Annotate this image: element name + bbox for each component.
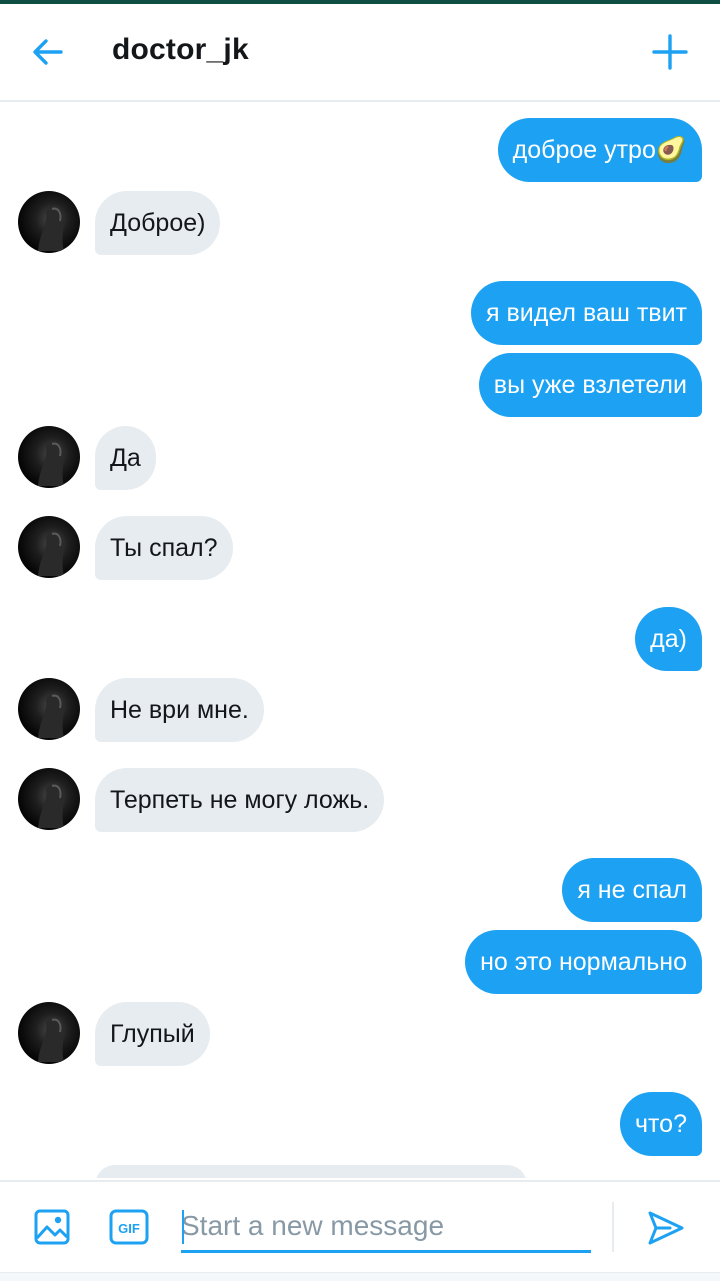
message-input-wrapper xyxy=(181,1204,591,1253)
outgoing-message[interactable]: но это нормально xyxy=(465,930,702,994)
svg-text:GIF: GIF xyxy=(118,1221,140,1236)
add-image-button[interactable] xyxy=(33,1208,71,1246)
incoming-message[interactable]: Ты спал? xyxy=(95,516,233,580)
avatar[interactable] xyxy=(18,516,80,578)
avatar[interactable] xyxy=(18,191,80,253)
plus-icon xyxy=(652,34,688,70)
back-button[interactable] xyxy=(28,32,68,72)
outgoing-message[interactable]: я не спал xyxy=(562,858,702,922)
send-button[interactable] xyxy=(646,1208,686,1248)
outgoing-message[interactable]: да) xyxy=(635,607,702,671)
gif-icon: GIF xyxy=(109,1209,149,1245)
avatar[interactable] xyxy=(18,768,80,830)
add-gif-button[interactable]: GIF xyxy=(109,1208,149,1246)
incoming-message[interactable]: Глупый xyxy=(95,1002,210,1066)
message-composer: GIF xyxy=(0,1180,720,1274)
incoming-message[interactable]: Терпеть не могу ложь. xyxy=(95,768,385,832)
composer-divider xyxy=(612,1202,614,1252)
conversation-header: doctor_jk xyxy=(0,4,720,102)
new-conversation-button[interactable] xyxy=(648,30,692,74)
outgoing-message[interactable]: что? xyxy=(619,1092,702,1156)
conversation-title: doctor_jk xyxy=(112,33,249,66)
outgoing-message[interactable]: доброе утро🥑 xyxy=(497,118,702,182)
avatar[interactable] xyxy=(18,678,80,740)
arrow-left-icon xyxy=(33,39,63,65)
incoming-message-partial[interactable] xyxy=(95,1165,527,1178)
incoming-message[interactable]: Не ври мне. xyxy=(95,678,264,742)
avatar[interactable] xyxy=(18,426,80,488)
message-list[interactable]: доброе утро🥑 Доброе) я видел ваш твит вы… xyxy=(0,102,720,1178)
incoming-message[interactable]: Доброе) xyxy=(95,191,221,255)
image-icon xyxy=(34,1209,70,1245)
outgoing-message[interactable]: я видел ваш твит xyxy=(471,281,702,345)
message-input[interactable] xyxy=(181,1204,591,1248)
send-icon xyxy=(648,1211,684,1245)
text-caret xyxy=(182,1210,184,1244)
incoming-message[interactable]: Да xyxy=(95,426,156,490)
avatar[interactable] xyxy=(18,1002,80,1064)
outgoing-message[interactable]: вы уже взлетели xyxy=(478,353,702,417)
